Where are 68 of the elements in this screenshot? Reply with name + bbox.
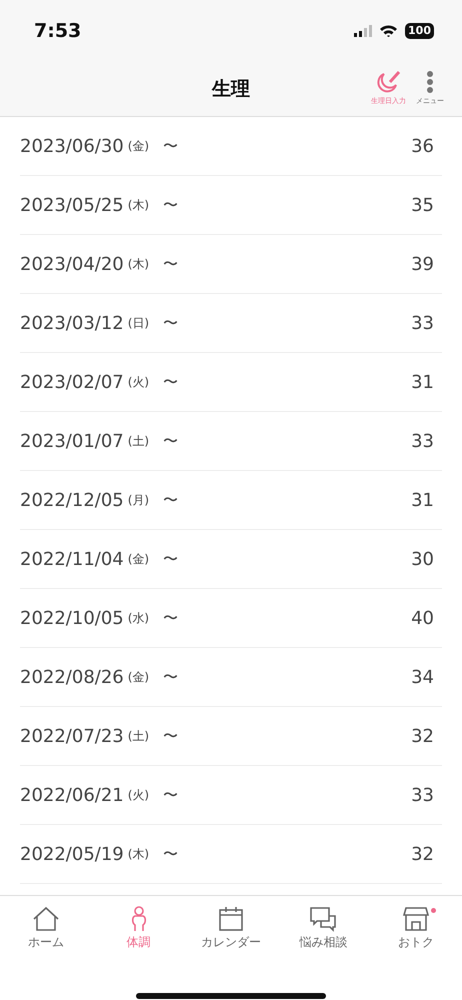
period-date: 2023/05/25 <box>20 194 124 216</box>
period-date: 2022/06/21 <box>20 784 124 806</box>
range-tilde: 〜 <box>163 786 178 804</box>
weekday: (水) <box>128 610 150 626</box>
range-tilde: 〜 <box>163 550 178 568</box>
cycle-days: 31 <box>411 372 434 392</box>
period-date: 2022/11/04 <box>20 548 124 570</box>
period-date: 2022/05/19 <box>20 844 124 864</box>
tab[interactable]: ホーム <box>0 906 92 951</box>
period-date: 2022/12/05 <box>20 490 124 510</box>
range-tilde: 〜 <box>163 844 178 864</box>
cycle-days: 32 <box>411 726 434 746</box>
cycle-days: 39 <box>411 254 434 274</box>
cycle-days: 33 <box>411 430 434 452</box>
period-date: 2022/10/05 <box>20 608 124 628</box>
chat-bubbles-icon <box>309 906 338 932</box>
period-date: 2023/02/07 <box>20 372 124 392</box>
weekday: (土) <box>128 728 150 744</box>
cycle-days: 33 <box>411 784 434 806</box>
period-date: 2023/06/30 <box>20 136 124 156</box>
range-tilde: 〜 <box>163 668 178 686</box>
weekday: (土) <box>128 432 150 450</box>
tab[interactable]: カレンダー <box>184 906 278 951</box>
range-tilde: 〜 <box>163 608 178 628</box>
status-time: 7:53 <box>34 20 82 42</box>
weekday: (木) <box>128 196 150 214</box>
signal-icon <box>354 25 372 37</box>
range-tilde: 〜 <box>163 432 178 450</box>
weekday: (木) <box>128 256 150 272</box>
weekday: (火) <box>128 374 150 390</box>
cycle-days: 35 <box>411 194 434 216</box>
battery-level: 100 <box>405 23 434 39</box>
menu-icon <box>426 70 434 94</box>
cycle-days: 32 <box>411 844 434 864</box>
period-date: 2022/07/23 <box>20 726 124 746</box>
period-date: 2023/04/20 <box>20 254 124 274</box>
tab[interactable]: 悩み相談 <box>277 906 370 951</box>
range-tilde: 〜 <box>163 136 178 156</box>
range-tilde: 〜 <box>163 490 178 510</box>
shop-icon <box>402 906 429 932</box>
cycle-days: 36 <box>411 136 434 156</box>
range-tilde: 〜 <box>163 726 178 746</box>
weekday: (木) <box>128 846 150 862</box>
range-tilde: 〜 <box>163 372 178 392</box>
period-date: 2023/01/07 <box>20 430 124 452</box>
weekday: (日) <box>128 314 150 332</box>
moon-pencil-icon <box>376 70 402 94</box>
weekday: (金) <box>128 138 150 154</box>
cycle-days: 33 <box>411 312 434 334</box>
page-title: 生理 <box>212 77 250 102</box>
tab[interactable]: 体調 <box>92 906 185 951</box>
tab[interactable]: おトク <box>370 906 462 951</box>
cycle-days: 30 <box>411 548 434 570</box>
period-date: 2022/08/26 <box>20 666 124 688</box>
range-tilde: 〜 <box>163 314 178 332</box>
cycle-days: 34 <box>411 666 434 688</box>
weekday: (金) <box>128 550 150 568</box>
weekday: (火) <box>128 786 150 804</box>
home-icon <box>32 906 60 932</box>
range-tilde: 〜 <box>163 254 178 274</box>
cycle-days: 31 <box>411 490 434 510</box>
range-tilde: 〜 <box>163 196 178 214</box>
wifi-icon <box>380 25 398 37</box>
weekday: (月) <box>128 492 150 508</box>
weekday: (金) <box>128 668 150 686</box>
calendar-icon <box>218 906 244 932</box>
cycle-days: 40 <box>411 608 434 628</box>
period-date: 2023/03/12 <box>20 312 124 334</box>
